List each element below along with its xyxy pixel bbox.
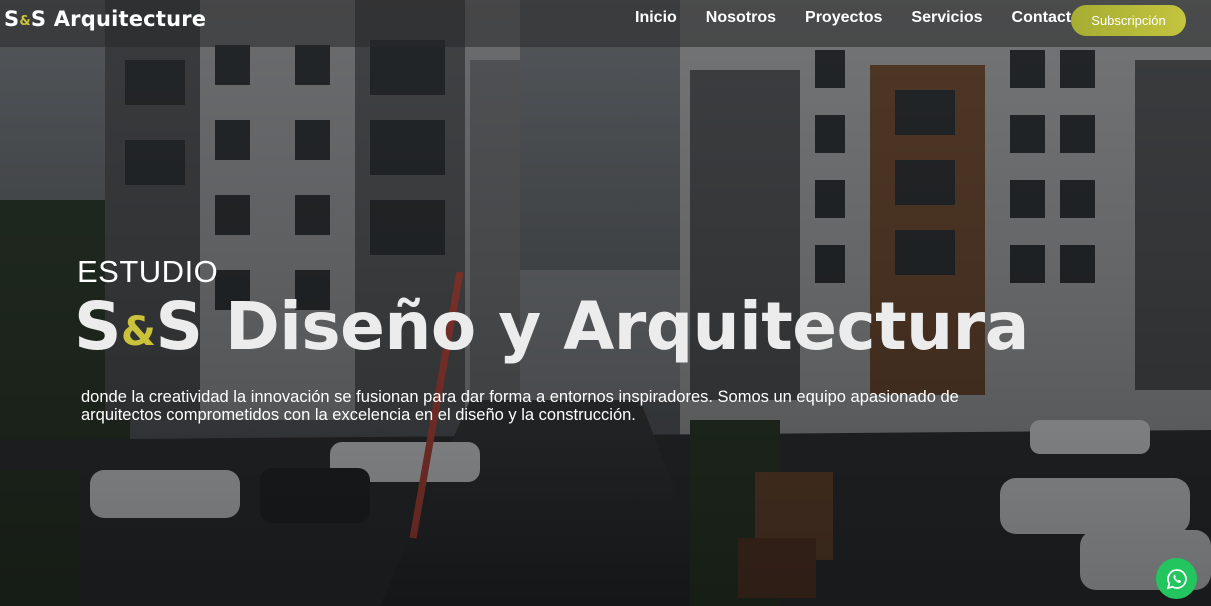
site-logo[interactable]: S&S Arquitecture [4,7,206,31]
subscribe-button[interactable]: Subscripción [1071,5,1186,36]
top-navbar: S&S Arquitecture Inicio Nosotros Proyect… [0,0,1211,47]
hero-section: S&S Arquitecture Inicio Nosotros Proyect… [0,0,1211,606]
nav-item-servicios[interactable]: Servicios [911,9,982,27]
nav-item-nosotros[interactable]: Nosotros [706,9,776,27]
hero-tagline: donde la creatividad la innovación se fu… [81,388,959,424]
logo-text-2: S Arquitecture [30,7,207,31]
nav-menu: Inicio Nosotros Proyectos Servicios Cont… [635,9,1110,27]
hero-headline: S&S Diseño y Arquitectura [74,288,1029,371]
nav-item-proyectos[interactable]: Proyectos [805,9,882,27]
nav-item-inicio[interactable]: Inicio [635,9,677,27]
headline-ampersand: & [121,309,156,355]
logo-ampersand: & [19,14,31,29]
hero-eyebrow: ESTUDIO [77,254,219,289]
headline-text-1: S [74,288,122,365]
headline-text-2: S Diseño y Arquitectura [155,288,1029,365]
logo-text-1: S [4,7,20,31]
whatsapp-button[interactable] [1156,558,1197,599]
whatsapp-icon [1166,568,1187,589]
